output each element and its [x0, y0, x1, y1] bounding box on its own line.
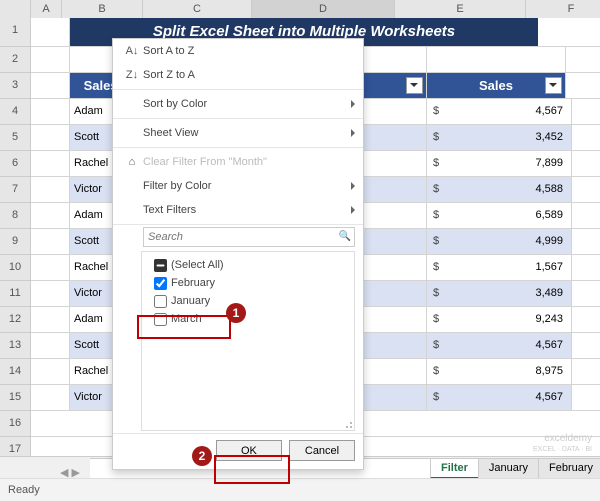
cell-sales[interactable]: $7,899 [427, 151, 572, 177]
watermark: exceldemyEXCEL · DATA · BI [533, 433, 592, 455]
clear-filter-icon: ⌂ [121, 156, 143, 168]
cell-sales[interactable]: $6,589 [427, 203, 572, 229]
sort-az-icon: A↓ [121, 45, 143, 57]
header-sales: Sales [427, 73, 566, 99]
callout-1: 1 [226, 303, 246, 323]
filter-search[interactable]: 🔍 [143, 227, 355, 247]
check-january[interactable]: January [146, 292, 350, 310]
annotation-box [137, 315, 231, 339]
chevron-right-icon [351, 129, 355, 137]
cell-sales[interactable]: $3,452 [427, 125, 572, 151]
cell-sales[interactable]: $4,588 [427, 177, 572, 203]
sort-az[interactable]: A↓Sort A to Z [113, 39, 363, 63]
check-february[interactable]: February [146, 274, 350, 292]
tab-filter[interactable]: Filter [430, 458, 479, 479]
sort-za[interactable]: Z↓Sort Z to A [113, 63, 363, 87]
chevron-right-icon [351, 206, 355, 214]
clear-filter: ⌂Clear Filter From "Month" [113, 150, 363, 174]
sort-by-color[interactable]: Sort by Color [113, 92, 363, 116]
filter-dropdown-icon[interactable] [406, 77, 423, 94]
chevron-right-icon [351, 182, 355, 190]
cancel-button[interactable]: Cancel [289, 440, 355, 461]
cell-sales[interactable]: $4,567 [427, 333, 572, 359]
sheet-view[interactable]: Sheet View [113, 121, 363, 145]
search-icon: 🔍 [339, 231, 351, 242]
cell-sales[interactable]: $1,567 [427, 255, 572, 281]
text-filters[interactable]: Text Filters [113, 198, 363, 222]
sort-za-icon: Z↓ [121, 69, 143, 81]
filter-checklist: (Select All) February January March [141, 251, 355, 431]
tab-february[interactable]: February [538, 458, 600, 479]
search-input[interactable] [143, 227, 355, 247]
filter-context-menu: A↓Sort A to Z Z↓Sort Z to A Sort by Colo… [112, 38, 364, 470]
filter-by-color[interactable]: Filter by Color [113, 174, 363, 198]
callout-2: 2 [192, 446, 212, 466]
filter-dropdown-icon[interactable] [545, 77, 562, 94]
cell-sales[interactable]: $4,567 [427, 385, 572, 411]
cell-sales[interactable]: $3,489 [427, 281, 572, 307]
chevron-right-icon [351, 100, 355, 108]
cell-sales[interactable]: $9,243 [427, 307, 572, 333]
status-bar: Ready [0, 478, 600, 501]
annotation-box [214, 455, 290, 484]
cell-sales[interactable]: $4,999 [427, 229, 572, 255]
tab-january[interactable]: January [478, 458, 539, 479]
cell-sales[interactable]: $8,975 [427, 359, 572, 385]
check-select-all[interactable]: (Select All) [146, 256, 350, 274]
cell-sales[interactable]: $4,567 [427, 99, 572, 125]
column-headers: ABCDEF [0, 0, 600, 18]
resize-handle-icon[interactable] [342, 418, 352, 428]
